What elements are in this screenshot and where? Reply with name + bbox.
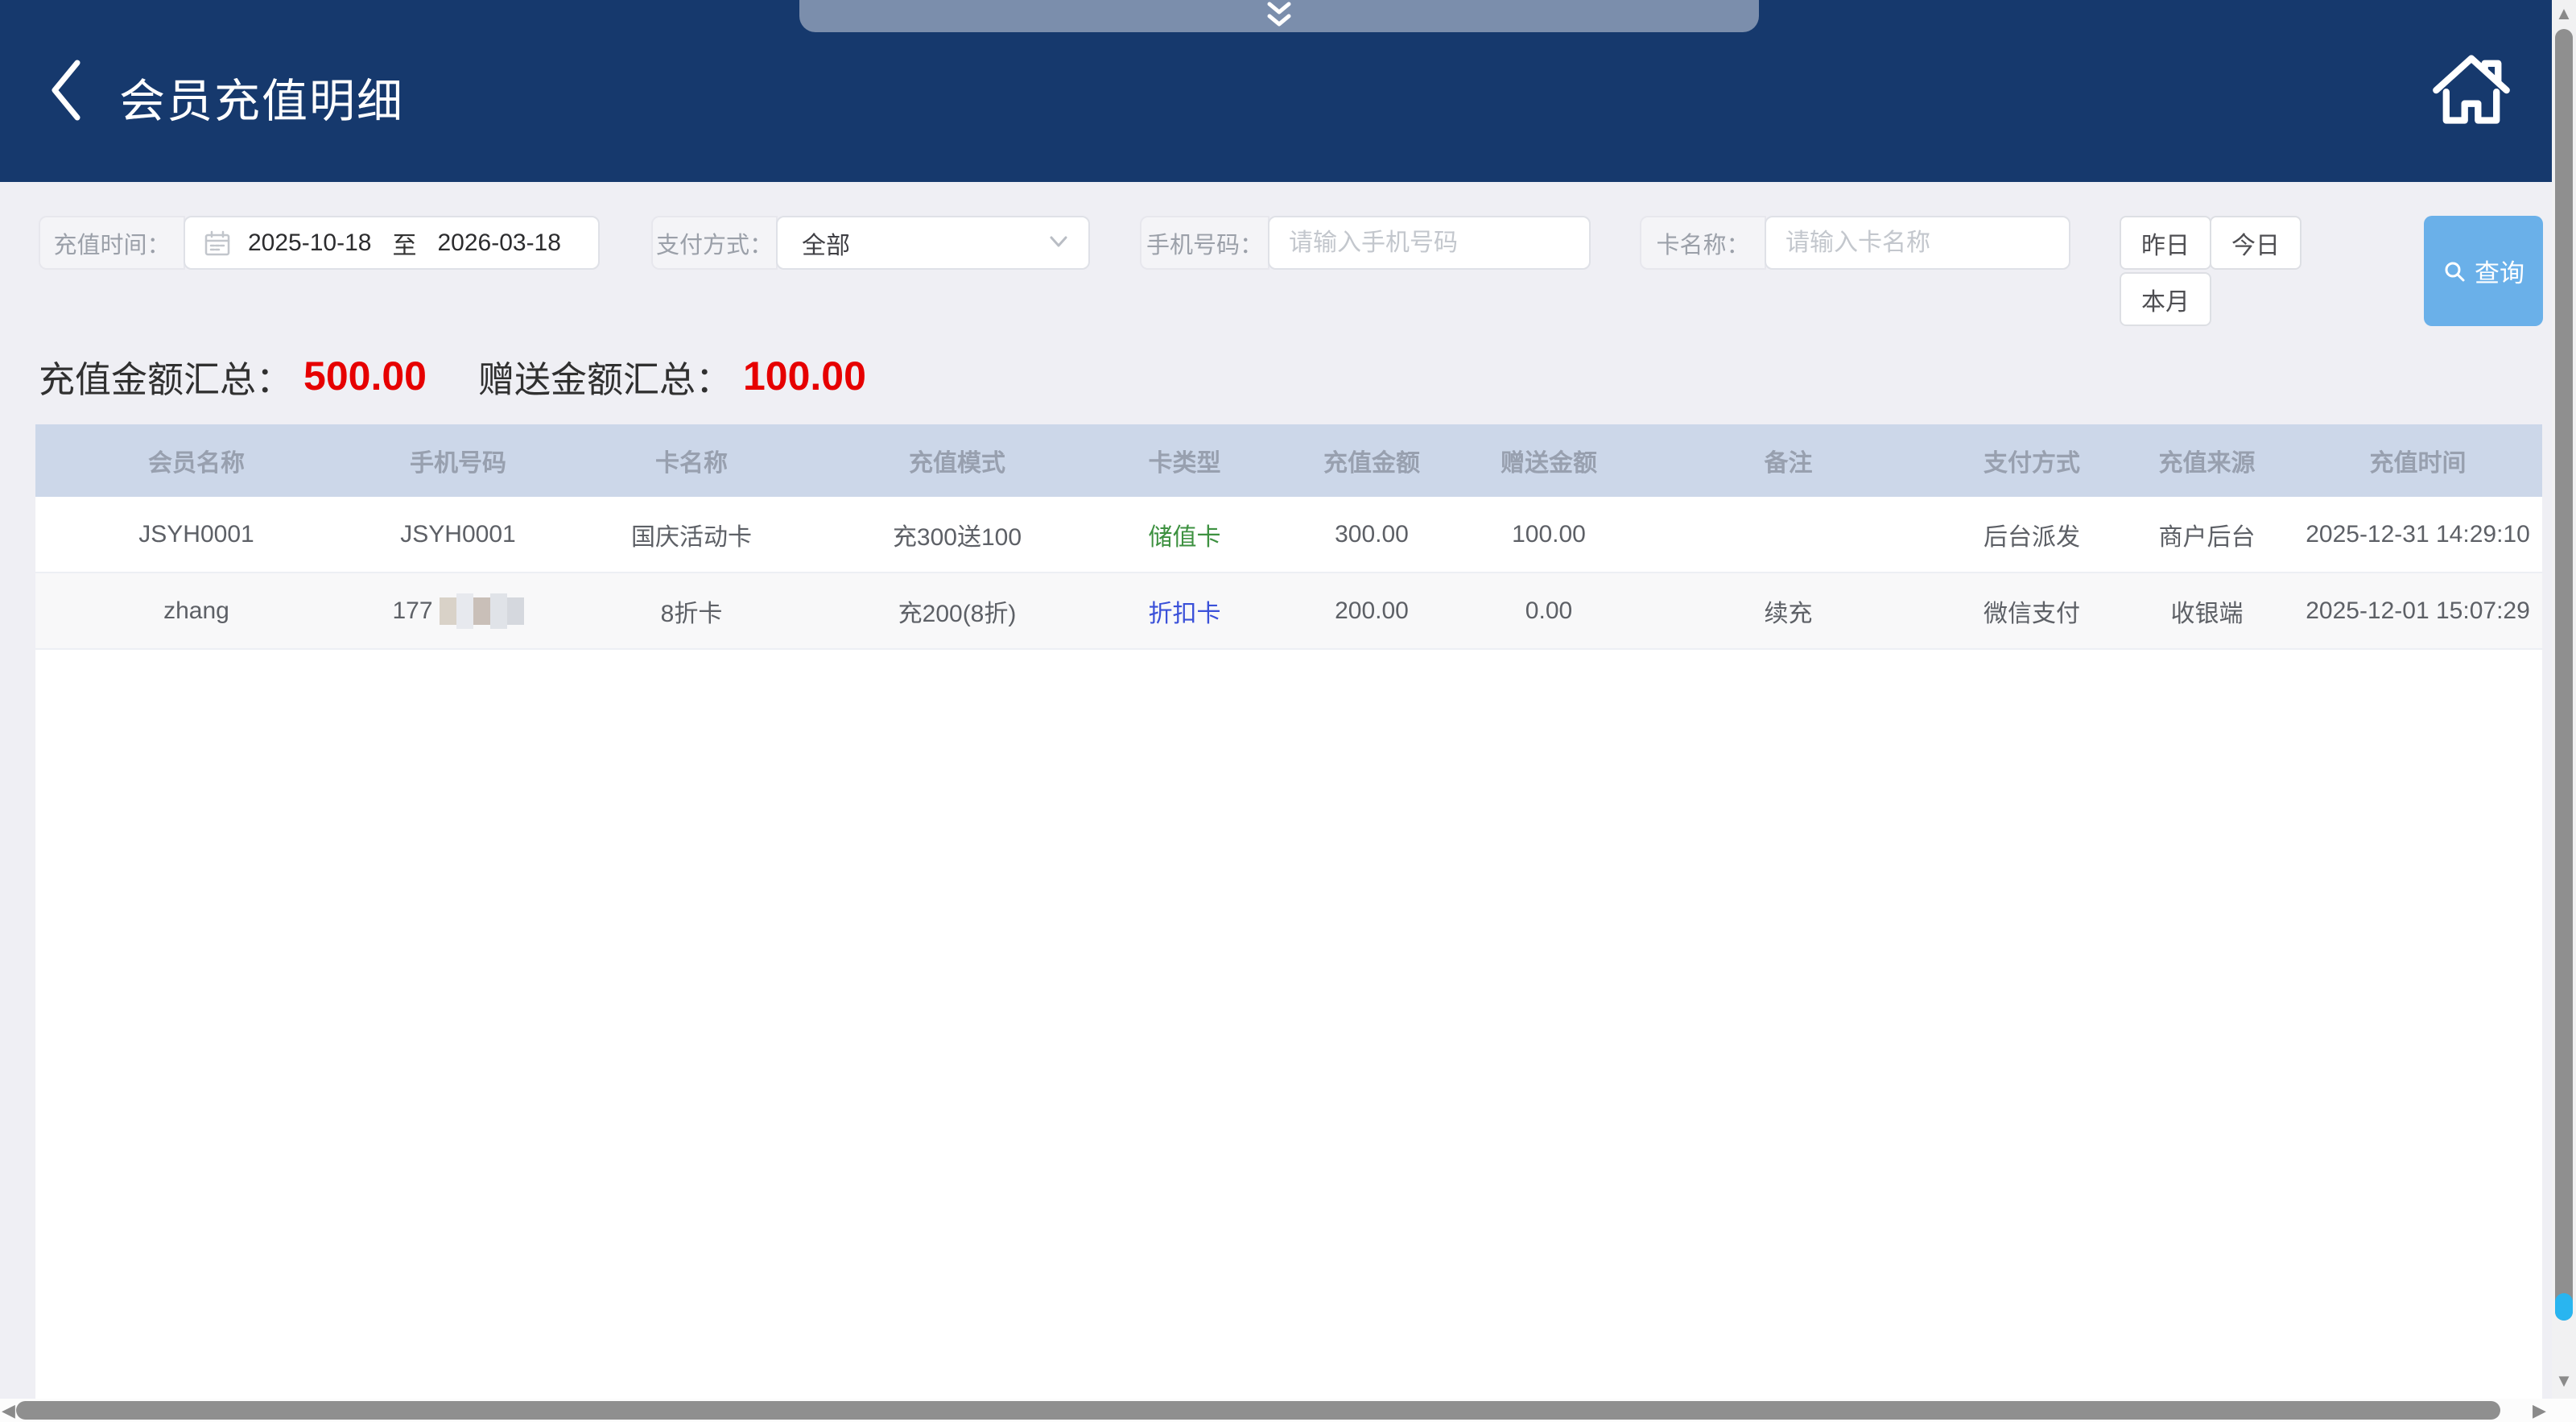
column-header: 充值时间: [2293, 424, 2542, 497]
search-icon: [2442, 259, 2467, 283]
table-cell: 续充: [1633, 573, 1943, 648]
column-header: 支付方式: [1943, 424, 2120, 497]
page-title: 会员充值明细: [119, 64, 404, 130]
recharge-table: 会员名称手机号码卡名称充值模式卡类型充值金额赠送金额备注支付方式充值来源充值时间…: [35, 424, 2542, 1399]
card-name-input[interactable]: [1766, 217, 2069, 268]
table-body: JSYH0001JSYH0001国庆活动卡充300送100储值卡300.0010…: [35, 497, 2542, 650]
table-cell: 收银端: [2120, 573, 2293, 648]
table-cell: 177: [357, 573, 559, 648]
column-header: 会员名称: [35, 424, 357, 497]
scroll-left-arrow-icon[interactable]: ◀: [2, 1400, 15, 1421]
home-button[interactable]: [2429, 47, 2513, 130]
vertical-scrollbar[interactable]: ▲ ▼: [2552, 0, 2576, 1399]
payment-filter-label: 支付方式：: [651, 216, 778, 270]
scroll-right-arrow-icon[interactable]: ▶: [2533, 1400, 2546, 1421]
scroll-up-arrow-icon[interactable]: ▲: [2552, 3, 2576, 24]
column-header: 充值金额: [1279, 424, 1464, 497]
calendar-icon: [203, 229, 232, 258]
date-separator: 至: [392, 225, 416, 261]
column-header: 充值模式: [824, 424, 1090, 497]
table-cell: 200.00: [1279, 573, 1464, 648]
table-cell: 充200(8折): [824, 573, 1090, 648]
column-header: 备注: [1633, 424, 1943, 497]
column-header: 充值来源: [2120, 424, 2293, 497]
summary-bar: 充值金额汇总： 500.00 赠送金额汇总： 100.00: [39, 348, 866, 404]
quick-filter-today[interactable]: 今日: [2210, 216, 2301, 270]
table-cell: 储值卡: [1090, 497, 1279, 572]
date-start[interactable]: 2025-10-18: [248, 229, 371, 257]
back-icon: [47, 58, 87, 122]
quick-filter-yesterday[interactable]: 昨日: [2120, 216, 2211, 270]
table-cell: zhang: [35, 573, 357, 648]
column-header: 赠送金额: [1464, 424, 1633, 497]
table-cell: 后台派发: [1943, 497, 2120, 572]
table-cell: 充300送100: [824, 497, 1090, 572]
quick-filter-month[interactable]: 本月: [2120, 272, 2211, 326]
collapse-handle[interactable]: [799, 0, 1759, 32]
chevron-down-icon: [1046, 234, 1071, 251]
horizontal-scrollbar-thumb[interactable]: [16, 1401, 2500, 1420]
card-name-input-wrap: [1765, 216, 2070, 270]
table-cell: 300.00: [1279, 497, 1464, 572]
date-filter-label: 充值时间：: [39, 216, 185, 270]
table-cell: 0.00: [1464, 573, 1633, 648]
phone-input-wrap: [1268, 216, 1591, 270]
scrollbar-blue-tip: [2555, 1293, 2573, 1321]
masked-phone-blocks: [440, 593, 524, 629]
card-name-filter-label: 卡名称：: [1640, 216, 1766, 270]
table-cell: 100.00: [1464, 497, 1633, 572]
vertical-scrollbar-thumb[interactable]: [2555, 29, 2573, 1321]
table-row[interactable]: JSYH0001JSYH0001国庆活动卡充300送100储值卡300.0010…: [35, 497, 2542, 573]
gift-total-value: 100.00: [743, 353, 866, 399]
phone-filter-label: 手机号码：: [1140, 216, 1269, 270]
search-button-label: 查询: [2475, 253, 2524, 289]
date-range-input[interactable]: 2025-10-18 至 2026-03-18: [184, 216, 600, 270]
table-header-row: 会员名称手机号码卡名称充值模式卡类型充值金额赠送金额备注支付方式充值来源充值时间: [35, 424, 2542, 497]
table-row[interactable]: zhang1778折卡充200(8折)折扣卡200.000.00续充微信支付收银…: [35, 573, 2542, 650]
recharge-total-label: 充值金额汇总：: [39, 350, 292, 403]
scrollbar-corner: [2552, 1399, 2576, 1422]
table-cell: 商户后台: [2120, 497, 2293, 572]
app-header: 会员充值明细: [0, 0, 2576, 182]
column-header: 手机号码: [357, 424, 559, 497]
recharge-total-value: 500.00: [303, 353, 427, 399]
back-button[interactable]: [47, 58, 87, 122]
horizontal-scrollbar[interactable]: ◀ ▶: [0, 1399, 2576, 1422]
home-icon: [2429, 47, 2513, 130]
column-header: 卡名称: [559, 424, 824, 497]
payment-method-value: 全部: [802, 225, 850, 261]
table-cell: 2025-12-31 14:29:10: [2293, 497, 2542, 572]
table-cell: JSYH0001: [35, 497, 357, 572]
table-cell: 折扣卡: [1090, 573, 1279, 648]
filter-bar: 充值时间： 2025-10-18 至 2026-03-18 支付方式： 全部 手…: [0, 216, 2576, 329]
scroll-down-arrow-icon[interactable]: ▼: [2552, 1370, 2576, 1391]
table-cell: [1633, 497, 1943, 572]
payment-method-select[interactable]: 全部: [776, 216, 1090, 270]
date-end[interactable]: 2026-03-18: [437, 229, 560, 257]
table-cell: JSYH0001: [357, 497, 559, 572]
search-button[interactable]: 查询: [2424, 216, 2543, 326]
table-cell: 微信支付: [1943, 573, 2120, 648]
column-header: 卡类型: [1090, 424, 1279, 497]
table-cell: 8折卡: [559, 573, 824, 648]
double-chevron-down-icon: [1261, 2, 1297, 31]
gift-total-label: 赠送金额汇总：: [478, 350, 732, 403]
table-cell: 国庆活动卡: [559, 497, 824, 572]
table-cell: 2025-12-01 15:07:29: [2293, 573, 2542, 648]
phone-input[interactable]: [1269, 217, 1589, 268]
